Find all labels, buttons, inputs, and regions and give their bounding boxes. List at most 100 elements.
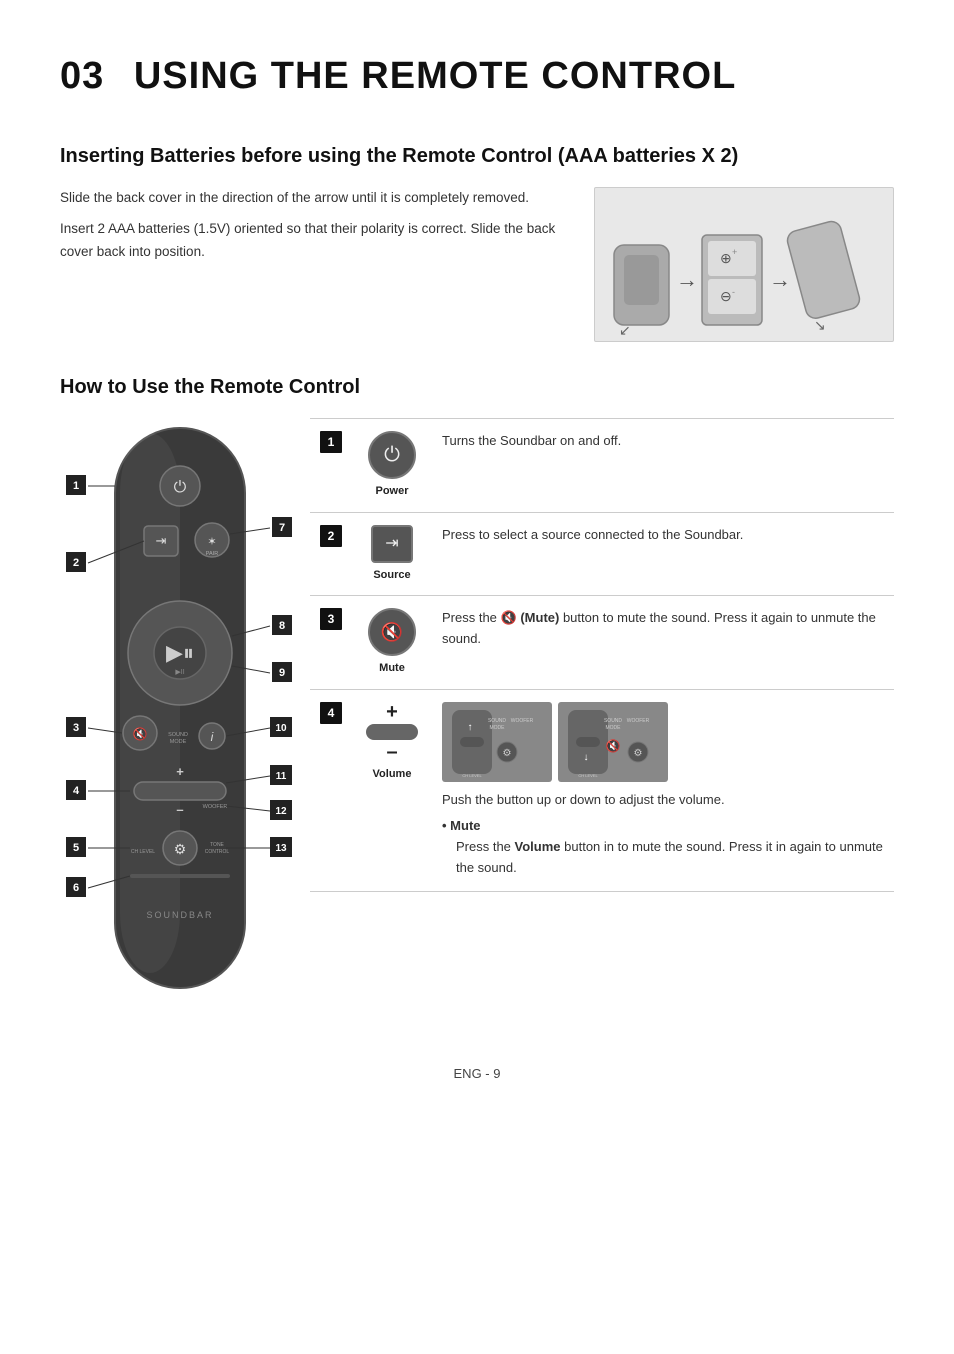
svg-text:⏻: ⏻ [174, 479, 187, 496]
volume-desc-text: Push the button up or down to adjust the… [442, 792, 725, 807]
table-row-mute: 3 🔇 Mute Press the 🔇 (Mute) button to mu… [310, 596, 894, 690]
battery-image: → ⊕ ⊖ + - → ↙ ↘ [594, 187, 894, 342]
table-num-1: 1 [310, 419, 352, 513]
svg-text:PAIR: PAIR [206, 551, 218, 557]
volume-mute-bullet: Mute [442, 816, 884, 837]
volume-slider-icon [366, 724, 418, 740]
row-number-3: 3 [320, 608, 342, 630]
source-button-icon: ⇥ [371, 525, 413, 563]
svg-text:11: 11 [276, 771, 287, 782]
volume-bold: Volume [515, 839, 561, 854]
svg-text:↘: ↘ [814, 317, 826, 333]
volume-minus-icon: – [386, 742, 397, 762]
mute-bold: (Mute) [520, 610, 559, 625]
svg-text:WOOFER: WOOFER [627, 718, 650, 724]
svg-text:🔇: 🔇 [133, 727, 148, 741]
power-description: Turns the Soundbar on and off. [432, 419, 894, 513]
svg-text:✶: ✶ [207, 536, 216, 548]
svg-text:TONE: TONE [210, 842, 224, 848]
mute-description: Press the 🔇 (Mute) button to mute the so… [432, 596, 894, 690]
svg-text:CH LEVEL: CH LEVEL [578, 773, 598, 778]
source-symbol: ⇥ [385, 532, 398, 556]
remote-section-title: How to Use the Remote Control [60, 372, 894, 402]
source-icon-cell: ⇥ Source [352, 512, 432, 596]
svg-text:🔇: 🔇 [606, 739, 621, 753]
svg-text:WOOFER: WOOFER [203, 804, 228, 810]
svg-text:⇥: ⇥ [156, 533, 167, 548]
source-description: Press to select a source connected to th… [432, 512, 894, 596]
volume-icon-cell: + – Volume [352, 689, 432, 891]
page-title: 03 USING THE REMOTE CONTROL [60, 48, 894, 105]
svg-text:MODE: MODE [490, 725, 506, 731]
battery-section: Inserting Batteries before using the Rem… [60, 141, 894, 342]
svg-text:SOUND: SOUND [168, 732, 188, 738]
battery-text-1: Slide the back cover in the direction of… [60, 187, 564, 210]
volume-mute-desc: Press the Volume button in to mute the s… [442, 837, 884, 879]
chapter-number: 03 [60, 55, 104, 97]
svg-text:⚙: ⚙ [634, 748, 643, 759]
svg-text:↓: ↓ [584, 752, 589, 763]
remote-layout: ⏻ ⇥ ✶ PAIR ▶⏸ ▶II 🔇 S [60, 418, 894, 1034]
svg-text:-: - [732, 287, 735, 297]
svg-text:2: 2 [73, 557, 79, 569]
svg-text:MODE: MODE [606, 725, 622, 731]
battery-text: Slide the back cover in the direction of… [60, 187, 564, 264]
volume-image-2: SOUND MODE WOOFER 🔇 ↓ ⚙ CH LEVEL [558, 702, 668, 782]
table-num-4: 4 [310, 689, 352, 891]
mute-label: Mute [362, 660, 422, 677]
table-row-power: 1 ⏻ Power Turns the Soundbar on and off. [310, 419, 894, 513]
svg-text:WOOFER: WOOFER [511, 718, 534, 724]
feature-table: 1 ⏻ Power Turns the Soundbar on and off.… [310, 418, 894, 892]
svg-text:–: – [176, 802, 183, 817]
volume-label: Volume [373, 766, 412, 783]
chapter-title: USING THE REMOTE CONTROL [134, 55, 736, 97]
svg-text:SOUND: SOUND [604, 718, 622, 724]
svg-text:12: 12 [275, 806, 287, 817]
svg-text:+: + [732, 247, 737, 257]
svg-text:CH LEVEL: CH LEVEL [131, 849, 155, 855]
svg-text:→: → [769, 267, 791, 292]
svg-text:SOUND: SOUND [488, 718, 506, 724]
row-number-1: 1 [320, 431, 342, 453]
svg-text:5: 5 [73, 842, 79, 854]
svg-text:MODE: MODE [170, 739, 187, 745]
battery-illustration: → ⊕ ⊖ + - → ↙ ↘ [604, 195, 884, 335]
svg-text:⊕: ⊕ [720, 250, 732, 266]
svg-text:→: → [676, 267, 698, 292]
svg-text:CH LEVEL: CH LEVEL [462, 773, 482, 778]
volume-plus-icon: + [386, 702, 398, 722]
battery-text-2: Insert 2 AAA batteries (1.5V) oriented s… [60, 218, 564, 264]
battery-content: Slide the back cover in the direction of… [60, 187, 894, 342]
mute-bullet-label: Mute [450, 818, 480, 833]
svg-text:8: 8 [279, 620, 285, 632]
row-number-2: 2 [320, 525, 342, 547]
power-button-icon: ⏻ [368, 431, 416, 479]
svg-text:7: 7 [279, 522, 285, 534]
remote-table-section: 1 ⏻ Power Turns the Soundbar on and off.… [310, 418, 894, 892]
volume-icon-area: + – Volume [362, 702, 422, 783]
svg-text:▶⏸: ▶⏸ [166, 640, 194, 665]
svg-text:4: 4 [73, 785, 80, 797]
svg-text:13: 13 [275, 843, 287, 854]
svg-text:6: 6 [73, 882, 79, 894]
svg-text:SOUNDBAR: SOUNDBAR [146, 910, 213, 920]
svg-text:↙: ↙ [619, 322, 631, 335]
battery-section-title: Inserting Batteries before using the Rem… [60, 141, 894, 171]
svg-text:9: 9 [279, 667, 285, 679]
power-symbol: ⏻ [384, 440, 400, 470]
table-num-2: 2 [310, 512, 352, 596]
svg-text:10: 10 [275, 723, 287, 734]
table-row-source: 2 ⇥ Source Press to select a source conn… [310, 512, 894, 596]
volume-description: SOUND MODE WOOFER ↑ ⚙ CH LEVEL [432, 689, 894, 891]
svg-text:⊖: ⊖ [720, 288, 732, 304]
mute-icon-cell: 🔇 Mute [352, 596, 432, 690]
power-icon-cell: ⏻ Power [352, 419, 432, 513]
source-label: Source [362, 567, 422, 584]
svg-text:▶II: ▶II [175, 669, 184, 676]
remote-section: How to Use the Remote Control ⏻ ⇥ ✶ PAIR [60, 372, 894, 1034]
svg-text:CONTROL: CONTROL [205, 849, 230, 855]
svg-text:⚙: ⚙ [174, 841, 187, 857]
remote-svg: ⏻ ⇥ ✶ PAIR ▶⏸ ▶II 🔇 S [60, 418, 300, 1028]
svg-text:3: 3 [73, 722, 79, 734]
row-number-4: 4 [320, 702, 342, 724]
